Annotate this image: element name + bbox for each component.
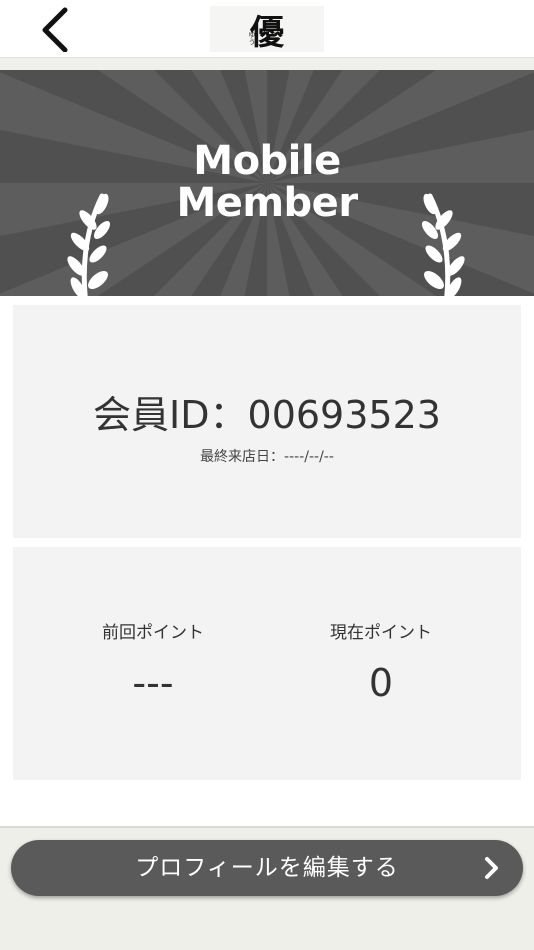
- banner-title: Mobile Member: [0, 140, 534, 224]
- current-points-value: 0: [368, 661, 394, 705]
- last-visit-date: 最終来店日：----/--/--: [200, 449, 334, 465]
- edit-profile-label: プロフィールを編集する: [135, 855, 399, 881]
- back-button[interactable]: [32, 4, 80, 53]
- banner-title-line: Member: [176, 180, 358, 226]
- current-points: 現在ポイント 0: [261, 620, 501, 708]
- previous-points: 前回ポイント ---: [33, 620, 273, 708]
- header: 優 ゆう: [0, 0, 534, 58]
- current-points-label: 現在ポイント: [330, 623, 432, 643]
- previous-points-value: ---: [132, 661, 174, 705]
- logo-subtext: ゆう: [248, 31, 256, 45]
- edit-profile-button[interactable]: プロフィールを編集する: [11, 840, 523, 896]
- banner-title-line: Mobile: [193, 138, 341, 184]
- logo-mark: 優: [250, 12, 284, 53]
- member-id: 会員ID：00693523: [93, 393, 441, 437]
- chevron-right-icon: [485, 857, 498, 879]
- previous-points-label: 前回ポイント: [102, 623, 204, 643]
- app-screen: 優 ゆう Mobile Member 会員ID：00693523 最終来店日：-…: [0, 0, 534, 950]
- chevron-left-icon: [42, 7, 68, 53]
- logo: 優 ゆう: [210, 6, 324, 53]
- header-divider: [0, 58, 534, 70]
